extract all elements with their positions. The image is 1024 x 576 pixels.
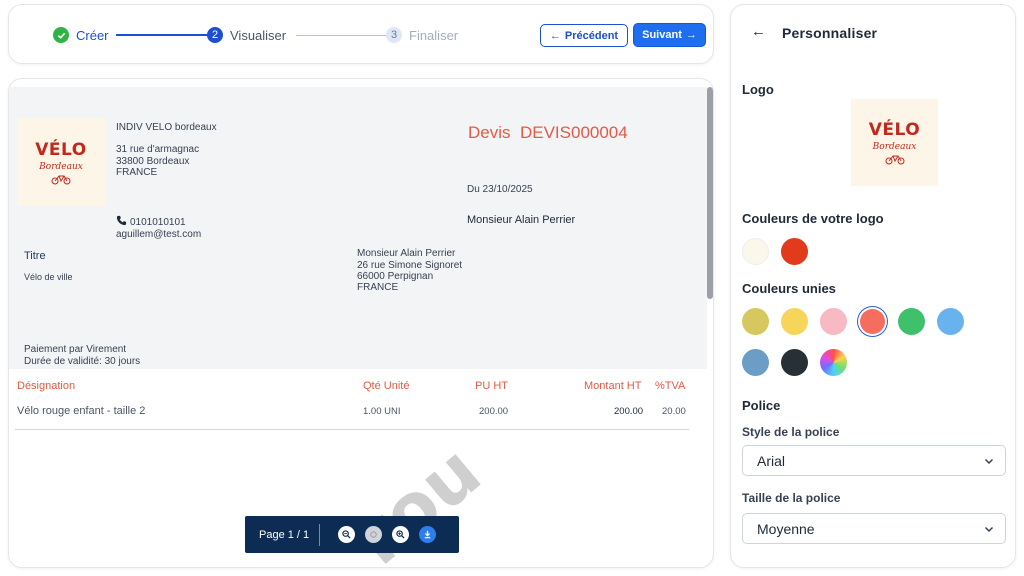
logo-color-swatch[interactable] bbox=[742, 238, 769, 265]
company-phone: 0101010101 bbox=[116, 215, 186, 230]
logo-colors-title: Couleurs de votre logo bbox=[742, 211, 884, 226]
document-date: Du 23/10/2025 bbox=[467, 184, 533, 195]
pdf-toolbar: Page 1 / 1 bbox=[245, 516, 459, 553]
previous-label: Précédent bbox=[564, 29, 619, 42]
check-icon bbox=[53, 27, 69, 43]
row-tva: 20.00 bbox=[662, 406, 686, 417]
row-montant: 200.00 bbox=[614, 406, 644, 417]
step-visualize[interactable]: 2 Visualiser bbox=[207, 5, 286, 65]
solid-color-swatch-selected[interactable] bbox=[860, 309, 885, 334]
step-connector-1 bbox=[116, 34, 209, 36]
logo-title: VÉLO bbox=[868, 120, 921, 140]
step-number: 2 bbox=[207, 27, 223, 43]
previous-button[interactable]: ← Précédent bbox=[540, 24, 628, 47]
step-finalize[interactable]: 3 Finaliser bbox=[386, 5, 458, 65]
document-preview[interactable]: VÉLO Bordeaux INDIV VELO bordeaux 31 rue… bbox=[8, 78, 714, 568]
logo-preview[interactable]: VÉLO Bordeaux bbox=[851, 99, 938, 186]
solid-color-swatch[interactable] bbox=[781, 308, 808, 335]
chevron-down-icon bbox=[984, 526, 994, 533]
col-header-montant: Montant HT bbox=[584, 380, 642, 392]
solid-color-swatch[interactable] bbox=[742, 349, 769, 376]
phone-icon bbox=[116, 215, 127, 230]
title-label: Titre bbox=[24, 250, 46, 262]
step-visualize-label: Visualiser bbox=[230, 27, 287, 43]
back-arrow-icon[interactable]: ← bbox=[751, 23, 766, 40]
col-header-pu: PU HT bbox=[475, 380, 508, 392]
company-name: INDIV VELO bordeaux bbox=[116, 122, 217, 133]
client-address-line: FRANCE bbox=[357, 282, 399, 293]
font-style-select[interactable]: Arial bbox=[742, 445, 1006, 476]
document-title: Devis DEVIS000004 bbox=[468, 123, 628, 142]
company-address-line: 31 rue d'armagnac bbox=[116, 144, 200, 155]
logo-color-swatch[interactable] bbox=[781, 238, 808, 265]
validity-period: Durée de validité: 30 jours bbox=[24, 356, 141, 367]
solid-color-swatch[interactable] bbox=[937, 308, 964, 335]
solid-colors-title: Couleurs unies bbox=[742, 281, 836, 296]
company-address-line: FRANCE bbox=[116, 167, 158, 178]
step-finalize-label: Finaliser bbox=[409, 27, 459, 43]
step-connector-2 bbox=[296, 35, 386, 36]
arrow-right-icon: → bbox=[685, 29, 697, 41]
row-designation: Vélo rouge enfant - taille 2 bbox=[17, 405, 146, 417]
customize-panel: ← Personnaliser Logo VÉLO Bordeaux Coule… bbox=[730, 4, 1016, 568]
bike-icon bbox=[885, 155, 904, 165]
custom-color-picker[interactable] bbox=[820, 349, 847, 376]
payment-method: Paiement par Virement bbox=[24, 344, 127, 355]
font-size-label: Taille de la police bbox=[742, 491, 841, 505]
solid-color-swatch[interactable] bbox=[898, 308, 925, 335]
zoom-in-icon[interactable] bbox=[392, 526, 409, 543]
font-size-value: Moyenne bbox=[757, 520, 815, 537]
solid-color-swatch[interactable] bbox=[820, 308, 847, 335]
step-create-label: Créer bbox=[76, 27, 109, 43]
row-pu: 200.00 bbox=[479, 406, 509, 417]
chevron-down-icon bbox=[984, 458, 994, 465]
client-address-line: Monsieur Alain Perrier bbox=[357, 248, 456, 259]
page-indicator: Page 1 / 1 bbox=[259, 528, 310, 541]
row-qty: 1.00 UNI bbox=[363, 406, 401, 417]
title-value: Vélo de ville bbox=[24, 272, 73, 282]
panel-title: Personnaliser bbox=[782, 25, 878, 41]
arrow-left-icon: ← bbox=[549, 29, 561, 42]
company-email: aguillem@test.com bbox=[116, 229, 202, 240]
logo-subtitle: Bordeaux bbox=[39, 161, 83, 172]
col-header-tva: %TVA bbox=[655, 380, 686, 392]
download-icon[interactable] bbox=[419, 526, 436, 543]
logo-title: VÉLO bbox=[35, 139, 87, 160]
bike-icon bbox=[51, 175, 71, 184]
document-number: DEVIS000004 bbox=[519, 123, 628, 142]
font-size-select[interactable]: Moyenne bbox=[742, 513, 1006, 544]
zoom-reset-icon[interactable] bbox=[365, 526, 382, 543]
step-create[interactable]: Créer bbox=[53, 5, 109, 65]
solid-color-swatch[interactable] bbox=[742, 308, 769, 335]
font-section-title: Police bbox=[742, 398, 781, 413]
table-divider bbox=[15, 429, 689, 430]
company-logo: VÉLO Bordeaux bbox=[17, 118, 105, 206]
logo-subtitle: Bordeaux bbox=[872, 142, 917, 152]
next-label: Suivant bbox=[642, 29, 682, 41]
stepper: Créer 2 Visualiser 3 Finaliser ← Précéde… bbox=[8, 4, 714, 64]
client-name: Monsieur Alain Perrier bbox=[467, 214, 576, 226]
zoom-out-icon[interactable] bbox=[338, 526, 355, 543]
font-style-label: Style de la police bbox=[742, 425, 840, 439]
solid-color-swatch[interactable] bbox=[781, 349, 808, 376]
next-button[interactable]: Suivant → bbox=[633, 23, 706, 47]
step-number: 3 bbox=[386, 27, 402, 43]
col-header-qty: Qté Unité bbox=[363, 380, 410, 392]
preview-scrollbar[interactable] bbox=[707, 87, 713, 299]
quote-document: VÉLO Bordeaux INDIV VELO bordeaux 31 rue… bbox=[9, 87, 707, 567]
font-style-value: Arial bbox=[757, 452, 786, 469]
col-header-designation: Désignation bbox=[17, 380, 76, 392]
logo-section-title: Logo bbox=[742, 82, 774, 97]
